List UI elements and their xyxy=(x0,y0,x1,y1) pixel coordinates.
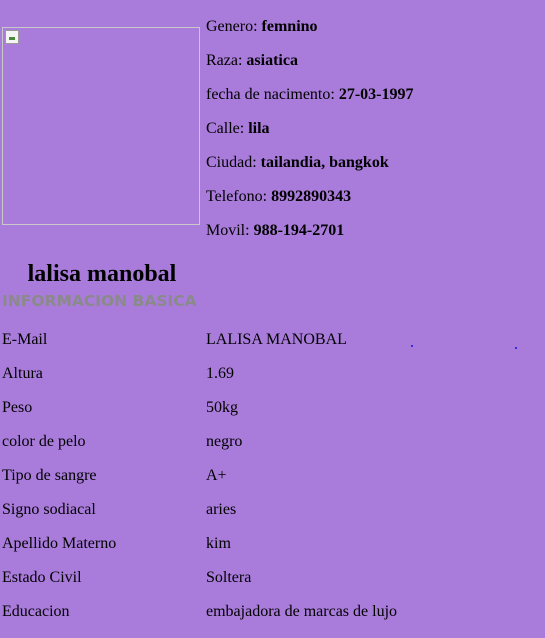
detail-value: A+ xyxy=(206,467,227,484)
detail-value: embajadora de marcas de lujo xyxy=(206,603,398,620)
info-label: Telefono: xyxy=(206,188,272,205)
profile-name: lalisa manobal xyxy=(27,261,177,287)
info-label: Raza: xyxy=(206,52,247,69)
info-street: Calle: lila xyxy=(206,119,413,153)
info-value: 27-03-1997 xyxy=(338,86,414,103)
info-race: Raza: asiatica xyxy=(206,51,413,85)
info-phone: Telefono: 8992890343 xyxy=(206,187,413,221)
info-city: Ciudad: tailandia, bangkok xyxy=(206,153,413,187)
info-value: lila xyxy=(248,120,270,137)
contact-info-list: Genero: femnino Raza: asiatica fecha de … xyxy=(206,17,413,255)
detail-label: Peso xyxy=(2,399,33,416)
detail-value: aries xyxy=(206,501,237,518)
info-value: asiatica xyxy=(246,52,298,69)
detail-value: kim xyxy=(206,535,231,552)
detail-value: negro xyxy=(206,433,243,450)
broken-image-icon xyxy=(5,30,19,44)
info-label: fecha de nacimento: xyxy=(206,86,339,103)
detail-label: Signo sodiacal xyxy=(2,501,96,518)
detail-value: Soltera xyxy=(206,569,252,586)
detail-value: LALISA MANOBAL xyxy=(206,331,347,348)
detail-label: Tipo de sangre xyxy=(2,467,97,484)
section-title: INFORMACION BASICA xyxy=(2,292,197,310)
info-value: femnino xyxy=(261,18,318,35)
stray-dot xyxy=(515,347,517,349)
detail-label: Estado Civil xyxy=(2,569,82,586)
info-value: 988-194-2701 xyxy=(253,222,345,239)
detail-label: E-Mail xyxy=(2,331,48,348)
detail-label: Educacion xyxy=(2,603,70,620)
detail-label: Altura xyxy=(2,365,43,382)
info-gender: Genero: femnino xyxy=(206,17,413,51)
info-label: Movil: xyxy=(206,222,254,239)
info-value: 8992890343 xyxy=(271,188,352,205)
detail-label: Apellido Materno xyxy=(2,535,117,552)
detail-value: 50kg xyxy=(206,399,238,416)
profile-photo xyxy=(2,27,200,225)
info-label: Calle: xyxy=(206,120,249,137)
info-mobile: Movil: 988-194-2701 xyxy=(206,221,413,255)
detail-label: color de pelo xyxy=(2,433,86,450)
info-label: Genero: xyxy=(206,18,262,35)
stray-dot xyxy=(411,345,413,347)
info-birthdate: fecha de nacimento: 27-03-1997 xyxy=(206,85,413,119)
detail-value: 1.69 xyxy=(206,365,234,382)
info-label: Ciudad: xyxy=(206,154,261,171)
info-value: tailandia, bangkok xyxy=(260,154,389,171)
